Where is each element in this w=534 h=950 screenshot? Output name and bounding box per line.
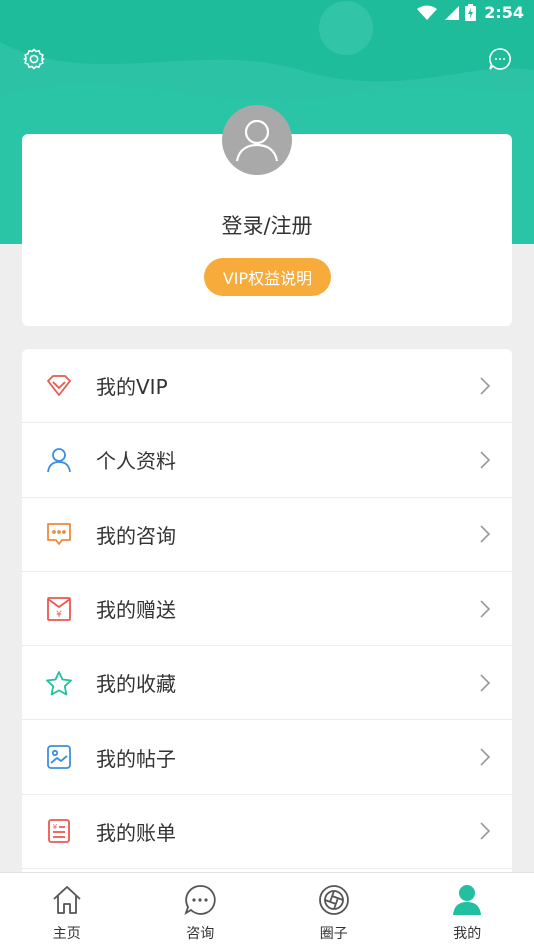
- bottom-nav: 主页 咨询 圈子 我的: [0, 872, 534, 950]
- nav-label: 咨询: [186, 926, 215, 942]
- chevron-right-icon: [480, 451, 491, 469]
- menu-item-label: 我的VIP: [96, 375, 168, 400]
- avatar-placeholder-icon: [235, 119, 279, 162]
- login-register-link[interactable]: 登录/注册: [22, 210, 512, 240]
- star-icon: [45, 669, 73, 697]
- vip-benefits-button[interactable]: VIP权益说明: [204, 258, 331, 296]
- menu-item-bills[interactable]: ¥ 我的账单: [22, 795, 512, 870]
- picture-icon: [45, 743, 73, 771]
- avatar[interactable]: [222, 105, 292, 175]
- status-bar: 2:54: [0, 0, 534, 28]
- menu-item-consultation[interactable]: 我的咨询: [22, 498, 512, 572]
- chevron-right-icon: [480, 674, 491, 692]
- user-icon: [450, 883, 484, 917]
- settings-button[interactable]: [21, 46, 47, 72]
- nav-label: 主页: [52, 926, 81, 942]
- gear-icon: [23, 48, 45, 70]
- diamond-icon: [45, 372, 73, 400]
- nav-label: 我的: [453, 926, 482, 942]
- nav-item-mine[interactable]: 我的: [401, 873, 534, 950]
- signal-icon: [445, 5, 460, 20]
- nav-label: 圈子: [319, 926, 348, 942]
- menu-item-label: 个人资料: [96, 449, 176, 474]
- menu-item-posts[interactable]: 我的帖子: [22, 720, 512, 795]
- message-icon: [489, 48, 511, 70]
- chevron-right-icon: [480, 748, 491, 766]
- nav-item-home[interactable]: 主页: [0, 873, 134, 950]
- battery-icon: [465, 4, 477, 21]
- svg-text:¥: ¥: [56, 610, 62, 620]
- chat-icon: [45, 520, 73, 548]
- menu-item-label: 我的咨询: [96, 523, 176, 548]
- home-icon: [50, 883, 84, 917]
- menu-item-label: 我的帖子: [96, 746, 176, 771]
- chevron-right-icon: [480, 822, 491, 840]
- bill-icon: ¥: [45, 817, 73, 845]
- chevron-right-icon: [480, 525, 491, 543]
- gift-envelope-icon: ¥: [45, 595, 73, 623]
- menu-item-label: 我的收藏: [96, 672, 176, 697]
- status-time: 2:54: [484, 3, 524, 22]
- nav-item-consultation[interactable]: 咨询: [134, 873, 268, 950]
- menu-list: 我的VIP 个人资料 我的咨询 ¥ 我的赠送 我的收藏 我的帖子 ¥ 我的账单: [22, 349, 512, 879]
- menu-item-vip[interactable]: 我的VIP: [22, 349, 512, 424]
- message-button[interactable]: [487, 46, 513, 72]
- menu-item-favorites[interactable]: 我的收藏: [22, 646, 512, 721]
- person-icon: [45, 446, 73, 474]
- chevron-right-icon: [480, 377, 491, 395]
- menu-item-gifts[interactable]: ¥ 我的赠送: [22, 572, 512, 647]
- wifi-icon: [417, 5, 438, 20]
- menu-item-profile[interactable]: 个人资料: [22, 423, 512, 498]
- chevron-right-icon: [480, 599, 491, 618]
- nav-item-circle[interactable]: 圈子: [267, 873, 401, 950]
- menu-item-label: 我的账单: [96, 820, 176, 845]
- aperture-icon: [317, 883, 351, 917]
- svg-text:¥: ¥: [53, 823, 58, 831]
- menu-item-label: 我的赠送: [96, 598, 176, 623]
- chat-bubble-icon: [183, 883, 217, 917]
